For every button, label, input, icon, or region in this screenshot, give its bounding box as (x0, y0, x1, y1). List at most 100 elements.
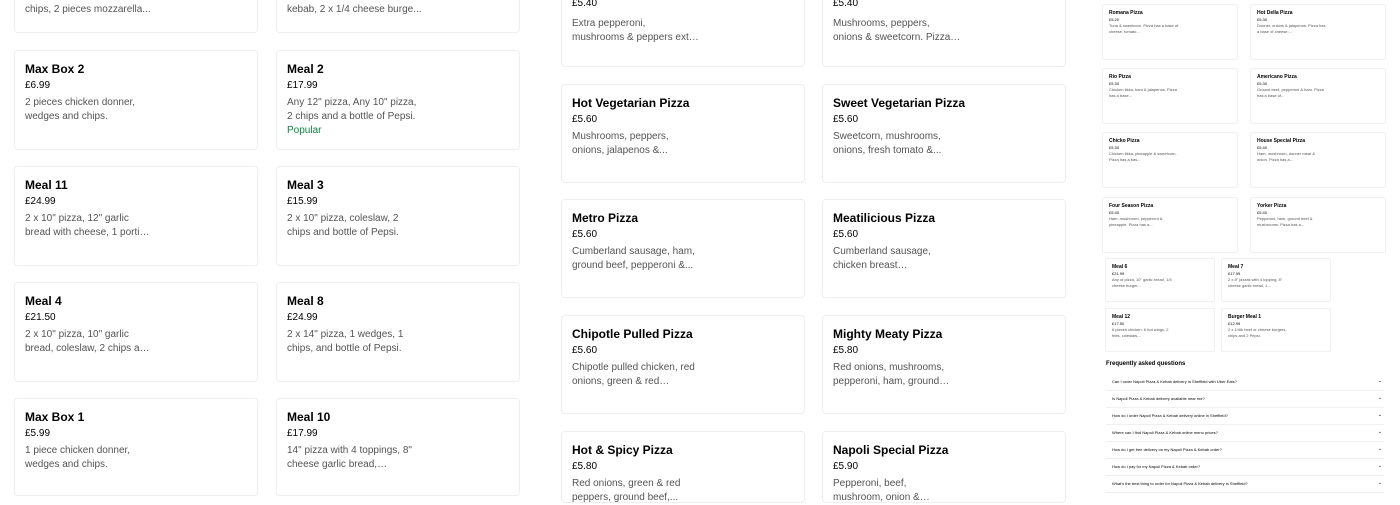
menu-item-card[interactable]: Mighty Meaty Pizza £5.80 Red onions, mus… (822, 315, 1066, 414)
menu-item-card[interactable]: Meal 11 £24.99 2 x 10" pizza, 12" garlic… (14, 166, 258, 266)
menu-item-card[interactable]: Yorker Pizza £5.40 Pepperoni, ham, groun… (1250, 197, 1386, 253)
item-name: House Special Pizza (1257, 138, 1306, 144)
menu-item-card[interactable]: £5.40 Mushrooms, peppers, onions & sweet… (822, 0, 1066, 67)
faq-question: How do I pay for my Napoli Pizza & Kebab… (1112, 464, 1201, 469)
item-description: Ground beef, pepperoni & ham. Pizza has … (1257, 87, 1324, 98)
item-name: Chipotle Pulled Pizza (572, 327, 693, 341)
faq-item[interactable]: How do I pay for my Napoli Pizza & Kebab… (1106, 460, 1384, 476)
menu-item-card[interactable]: Americano Pizza £5.30 Ground beef, peppe… (1250, 68, 1386, 124)
item-description: Pepperoni, beef, mushroom, onion & peppe… (833, 478, 920, 503)
menu-item-card[interactable]: House Special Pizza £5.40 Ham, mushroom,… (1250, 132, 1386, 188)
item-description: Any 12" pizza, Any 10" pizza, 2 chips an… (287, 97, 417, 122)
item-name: Burger Meal 1 (1228, 314, 1262, 320)
menu-item-card[interactable]: Chipotle Pulled Pizza £5.60 Chipotle pul… (561, 315, 805, 414)
menu-item-card[interactable]: Meal 7 £17.99 2 x 8" pizzas with 4 toppi… (1221, 258, 1331, 302)
item-description: 2 x 10" pizza, coleslaw, 2 chips and bot… (287, 213, 399, 238)
item-price: £24.99 (25, 196, 56, 207)
item-description: Chicken tikka, pineapple & sweetcorn. Pi… (1109, 151, 1177, 162)
item-description: Chipotle pulled chicken, red onions, gre… (572, 362, 695, 387)
menu-item-card[interactable]: Hot & Spicy Pizza £5.80 Red onions, gree… (561, 431, 805, 503)
faq-question: Where can I find Napoli Pizza & Kebab on… (1112, 430, 1218, 435)
item-description: Mushrooms, peppers, onions & sweetcorn. … (833, 18, 951, 43)
menu-item-card[interactable]: Meal 3 £15.99 2 x 10" pizza, coleslaw, 2… (276, 166, 520, 266)
chevron-down-icon[interactable]: ⌄ (1378, 446, 1382, 452)
menu-item-card[interactable]: Hot Della Pizza £5.30 Donner, onions & j… (1250, 4, 1386, 60)
item-price: £17.99 (287, 428, 318, 439)
menu-item-card[interactable]: Chicko Pizza £5.30 Chicken tikka, pineap… (1102, 132, 1238, 188)
item-name: Chicko Pizza (1109, 138, 1140, 144)
item-name: Meal 12 (1112, 314, 1131, 320)
faq-question: Is Napoli Pizza & Kebab delivery availab… (1112, 396, 1205, 401)
menu-item-card[interactable]: Four Season Pizza £5.40 Ham, mushroom, p… (1102, 197, 1238, 253)
item-description: 2 pieces chicken donner, wedges and chip… (25, 97, 136, 122)
item-name: Meal 2 (287, 62, 324, 76)
item-price: £5.80 (572, 461, 598, 472)
menu-item-card[interactable]: Meal 10 £17.99 14" pizza with 4 toppings… (276, 398, 520, 496)
menu-item-card[interactable]: £5.40 Extra pepperoni, mushrooms & peppe… (561, 0, 805, 67)
menu-item-card[interactable]: Max Box 1 £5.99 1 piece chicken donner, … (14, 398, 258, 496)
faq-item[interactable]: Can I order Napoli Pizza & Kebab deliver… (1106, 375, 1384, 391)
item-price: £5.60 (833, 229, 859, 240)
menu-item-card[interactable]: Rio Pizza £5.30 Chicken tikka, ham & jal… (1102, 68, 1238, 124)
chevron-down-icon[interactable]: ⌄ (1378, 395, 1382, 401)
faq-item[interactable]: How do I order Napoli Pizza & Kebab deli… (1106, 409, 1384, 425)
item-description: 14" pizza with 4 toppings, 8" cheese gar… (287, 445, 412, 470)
faq-item[interactable]: Where can I find Napoli Pizza & Kebab on… (1106, 426, 1384, 442)
item-name: Napoli Special Pizza (833, 443, 949, 457)
chevron-down-icon[interactable]: ⌄ (1378, 463, 1382, 469)
item-price: £5.60 (572, 345, 598, 356)
menu-item-card[interactable]: Max Box 2 £6.99 2 pieces chicken donner,… (14, 50, 258, 150)
faq-question: What's the best thing to order for Napol… (1112, 481, 1248, 486)
item-price: £17.99 (287, 80, 318, 91)
menu-item-card[interactable]: kebab, 2 x 1/4 cheese burge... (276, 0, 520, 33)
item-price: £5.80 (833, 345, 859, 356)
item-description: chips, 2 pieces mozzarella... (25, 4, 151, 15)
menu-item-card[interactable]: chips, 2 pieces mozzarella... (14, 0, 258, 33)
item-description: Tuna & sweetcorn. Pizza has a base of ch… (1109, 23, 1179, 34)
faq-item[interactable]: Is Napoli Pizza & Kebab delivery availab… (1106, 392, 1384, 408)
item-name: Hot & Spicy Pizza (572, 443, 673, 457)
menu-item-card[interactable]: Napoli Special Pizza £5.90 Pepperoni, be… (822, 431, 1066, 503)
item-description: kebab, 2 x 1/4 cheese burge... (287, 4, 422, 15)
item-name: Meal 7 (1228, 264, 1244, 270)
item-name: Hot Della Pizza (1257, 10, 1293, 16)
item-description: Ham, mushroom, donner meat & onion. Pizz… (1257, 151, 1316, 162)
item-description: 6 pieces chicken, 6 hot wings, 2 fries, … (1112, 327, 1169, 338)
menu-item-card[interactable]: Sweet Vegetarian Pizza £5.60 Sweetcorn, … (822, 84, 1066, 183)
menu-item-card[interactable]: Meal 4 £21.50 2 x 10" pizza, 10" garlic … (14, 282, 258, 382)
menu-item-card[interactable]: Metro Pizza £5.60 Cumberland sausage, ha… (561, 199, 805, 298)
item-description: Donner, onions & jalapenos. Pizza has a … (1257, 23, 1326, 34)
chevron-down-icon[interactable]: ⌄ (1378, 412, 1382, 418)
item-name: Sweet Vegetarian Pizza (833, 96, 966, 110)
menu-item-card[interactable]: Burger Meal 1 £12.99 2 x 1/4lb beef or c… (1221, 308, 1331, 352)
item-description: Extra pepperoni, mushrooms & peppers ext… (572, 18, 698, 43)
item-price: £5.60 (833, 114, 859, 125)
item-description: Red onions, green & red peppers, ground … (572, 478, 681, 503)
faq-item[interactable]: How do I get free delivery on my Napoli … (1106, 443, 1384, 459)
menu-item-card[interactable]: Romana Pizza £5.20 Tuna & sweetcorn. Piz… (1102, 4, 1238, 60)
faq-question: How do I get free delivery on my Napoli … (1112, 447, 1222, 452)
item-description: 2 x 10" pizza, 12" garlic bread with che… (25, 213, 151, 238)
item-name: Max Box 2 (25, 62, 85, 76)
item-name: Americano Pizza (1257, 74, 1297, 80)
chevron-down-icon[interactable]: ⌄ (1378, 480, 1382, 486)
faq-item[interactable]: What's the best thing to order for Napol… (1106, 477, 1384, 493)
item-name: Meal 4 (25, 294, 62, 308)
popular-badge: Popular (287, 125, 322, 136)
item-price: £24.99 (287, 312, 318, 323)
item-price: £5.60 (572, 114, 598, 125)
chevron-down-icon[interactable]: ⌄ (1378, 429, 1382, 435)
item-description: Cumberland sausage, ham, ground beef, pe… (572, 246, 695, 271)
menu-item-card[interactable]: Hot Vegetarian Pizza £5.60 Mushrooms, pe… (561, 84, 805, 183)
menu-item-card[interactable]: Meatilicious Pizza £5.60 Cumberland saus… (822, 199, 1066, 298)
item-price: £21.50 (25, 312, 56, 323)
item-name: Yorker Pizza (1257, 203, 1287, 209)
item-name: Rio Pizza (1109, 74, 1131, 80)
menu-item-card[interactable]: Meal 6 £21.99 Any of pizza, 10" garlic b… (1105, 258, 1215, 302)
menu-item-card[interactable]: Meal 8 £24.99 2 x 14" pizza, 1 wedges, 1… (276, 282, 520, 382)
menu-item-card[interactable]: Meal 12 £17.50 6 pieces chicken, 6 hot w… (1105, 308, 1215, 352)
chevron-down-icon[interactable]: ⌄ (1378, 378, 1382, 384)
item-description: Any of pizza, 10" garlic bread, 1/4 chee… (1112, 277, 1172, 288)
item-name: Meal 11 (25, 178, 68, 192)
menu-item-card[interactable]: Meal 2 £17.99 Any 12" pizza, Any 10" piz… (276, 50, 520, 150)
